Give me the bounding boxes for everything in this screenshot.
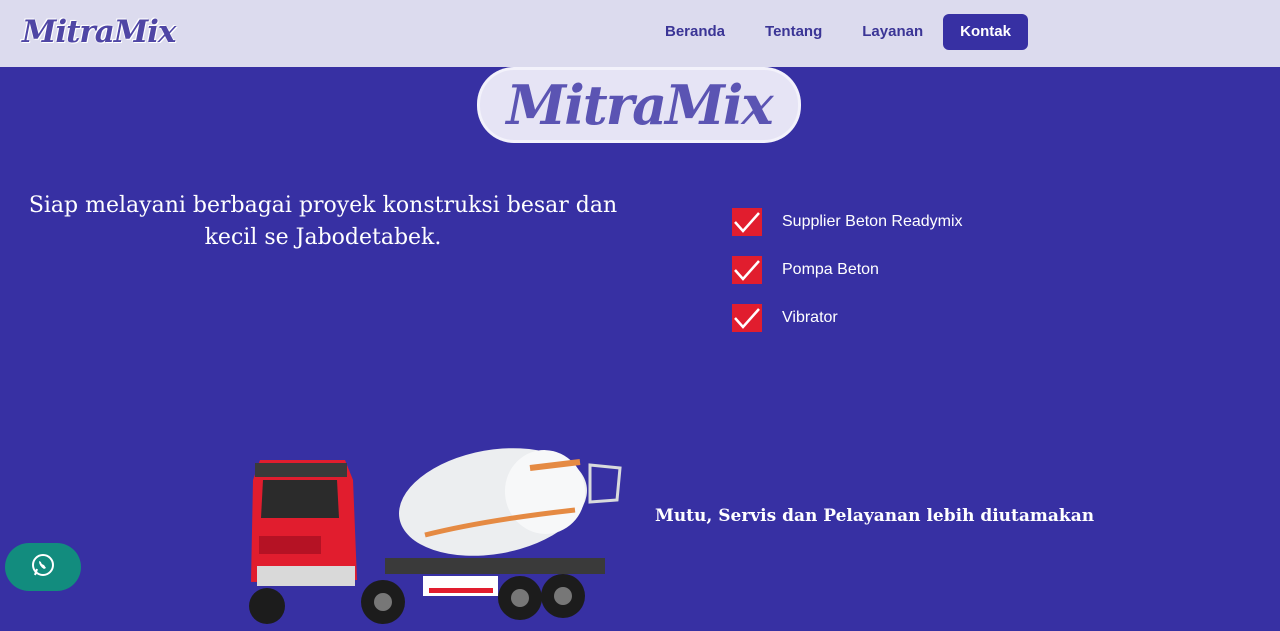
service-item: Vibrator bbox=[732, 303, 963, 333]
brand-logo[interactable]: MitraMix bbox=[22, 12, 176, 52]
whatsapp-icon bbox=[30, 552, 56, 583]
mixer-truck-image bbox=[249, 448, 622, 624]
nav-link-tentang[interactable]: Tentang bbox=[745, 14, 842, 50]
check-icon bbox=[732, 256, 762, 284]
hero-logo: MitraMix bbox=[480, 70, 798, 140]
service-label: Supplier Beton Readymix bbox=[782, 213, 963, 230]
nav-link-layanan[interactable]: Layanan bbox=[842, 14, 943, 50]
service-item: Pompa Beton bbox=[732, 255, 963, 285]
motto-text: Mutu, Servis dan Pelayanan lebih diutama… bbox=[655, 506, 1095, 526]
nav-links: Beranda Tentang Layanan Kontak bbox=[645, 14, 1028, 50]
service-item: Supplier Beton Readymix bbox=[732, 207, 963, 237]
navbar: MitraMix Beranda Tentang Layanan Kontak bbox=[0, 0, 1280, 67]
nav-link-kontak[interactable]: Kontak bbox=[943, 14, 1028, 50]
service-label: Pompa Beton bbox=[782, 261, 879, 278]
hero-tagline: Siap melayani berbagai proyek konstruksi… bbox=[28, 193, 618, 250]
check-icon bbox=[732, 208, 762, 236]
nav-link-beranda[interactable]: Beranda bbox=[645, 14, 745, 50]
whatsapp-button[interactable] bbox=[5, 543, 81, 591]
check-icon bbox=[732, 304, 762, 332]
services-list: Supplier Beton Readymix Pompa Beton Vibr… bbox=[732, 207, 963, 351]
service-label: Vibrator bbox=[782, 309, 838, 326]
